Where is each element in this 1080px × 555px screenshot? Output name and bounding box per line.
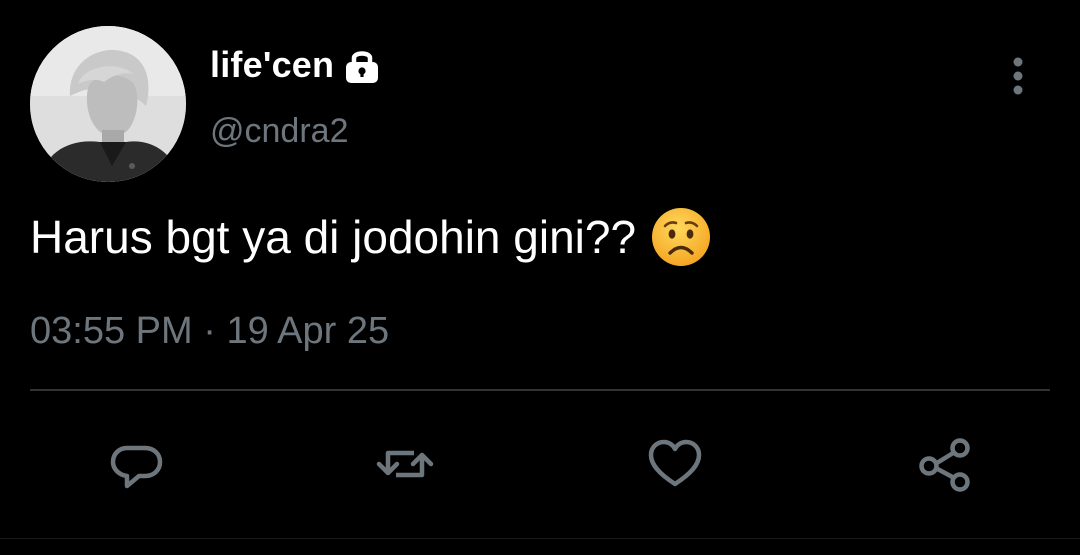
worried-face-icon — [650, 206, 712, 268]
user-handle[interactable]: @cndra2 — [210, 112, 348, 151]
tweet-time: 03:55 PM — [30, 310, 193, 352]
share-button[interactable] — [905, 424, 985, 504]
more-options-button[interactable] — [1000, 52, 1036, 100]
reply-button[interactable] — [96, 424, 176, 504]
retweet-button[interactable] — [365, 424, 445, 504]
tweet-text-row: Harus bgt ya di jodohin gini?? — [30, 206, 712, 268]
lock-icon — [344, 47, 380, 85]
tweet-text: Harus bgt ya di jodohin gini?? — [30, 211, 637, 263]
divider — [30, 389, 1050, 391]
like-button[interactable] — [635, 424, 715, 504]
display-name[interactable]: life'cen — [210, 44, 334, 86]
tweet-detail: life'cen @cndra2 Harus bgt ya di jodohin… — [0, 0, 1080, 555]
more-vertical-icon — [1013, 57, 1023, 95]
bottom-divider — [0, 538, 1080, 539]
tweet-actions-bar — [0, 424, 1080, 504]
tweet-timestamp[interactable]: 03:55 PM · 19 Apr 25 — [30, 310, 389, 353]
heart-icon — [648, 439, 702, 487]
comment-icon — [110, 445, 163, 489]
retweet-icon — [376, 450, 434, 478]
display-name-row[interactable]: life'cen — [210, 44, 380, 86]
share-icon — [919, 438, 970, 492]
profile-photo — [30, 26, 186, 182]
tweet-date: 19 Apr 25 — [226, 310, 390, 352]
avatar[interactable] — [30, 26, 186, 182]
timestamp-separator: · — [203, 310, 216, 352]
